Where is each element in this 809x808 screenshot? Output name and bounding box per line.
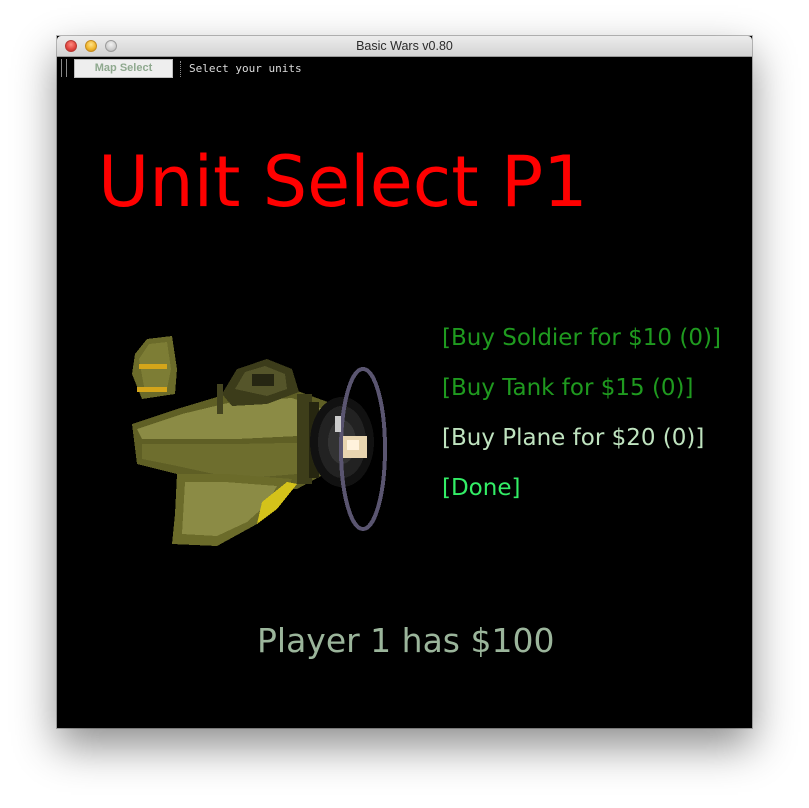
game-canvas[interactable]: Unit Select P1 [Buy Soldier for $10 (0)]… [57, 79, 752, 728]
biplane-sprite-icon [132, 336, 387, 546]
done-option[interactable]: [Done] [442, 477, 520, 500]
window-title: Basic Wars v0.80 [356, 39, 453, 53]
toolbar-separator [180, 61, 182, 77]
buy-tank-option[interactable]: [Buy Tank for $15 (0)] [442, 377, 694, 400]
buy-plane-option[interactable]: [Buy Plane for $20 (0)] [442, 427, 704, 450]
map-select-button[interactable]: Map Select [74, 59, 173, 78]
screen-heading: Unit Select P1 [98, 141, 588, 223]
buy-soldier-option[interactable]: [Buy Soldier for $10 (0)] [442, 327, 721, 350]
player-money-text: Player 1 has $100 [257, 621, 555, 660]
toolbar: Map Select Select your units [57, 57, 752, 79]
toolbar-grip-icon[interactable] [61, 59, 67, 77]
status-text: Select your units [189, 62, 302, 75]
title-bar[interactable]: Basic Wars v0.80 [57, 36, 752, 57]
game-window: Basic Wars v0.80 Map Select Select your … [57, 36, 752, 728]
